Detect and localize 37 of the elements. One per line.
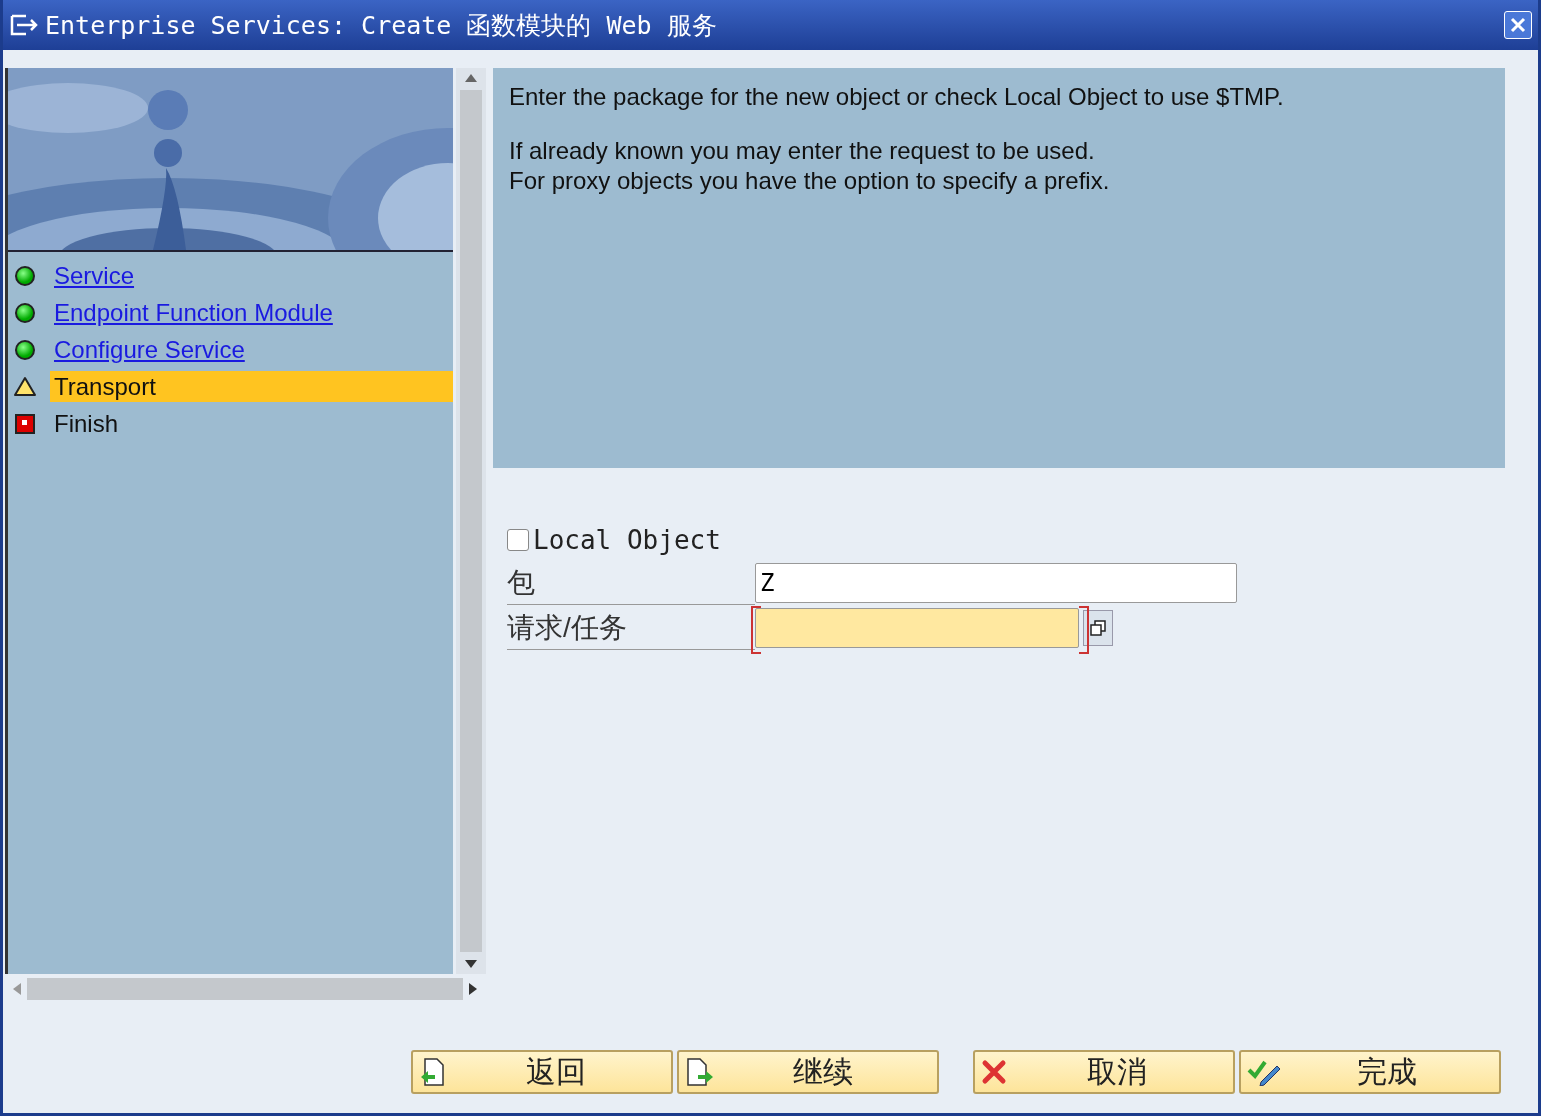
value-help-button[interactable] (1083, 609, 1113, 646)
warning-triangle-icon (14, 375, 36, 398)
close-icon (1509, 16, 1527, 34)
info-text: Enter the package for the new object or check Local Object to use $TMP. (509, 82, 1285, 112)
wizard-step[interactable]: Transport (50, 371, 453, 402)
window-icon (9, 13, 39, 37)
close-button[interactable] (1504, 11, 1532, 39)
info-text: For proxy objects you have the option to specify a prefix. (509, 166, 1111, 196)
info-text: If already known you may enter the request to be used. (509, 136, 1096, 166)
check-pencil-icon (1247, 1058, 1281, 1086)
wizard-step[interactable]: Finish (50, 408, 453, 439)
window-title: Enterprise Services: Create 函数模块的 Web 服务 (45, 9, 718, 42)
status-light-icon (14, 301, 36, 324)
status-light-icon (14, 338, 36, 361)
cancel-x-icon (981, 1059, 1007, 1085)
wizard-button[interactable]: 取消 (973, 1050, 1235, 1094)
checkbox-label: Local Object (533, 525, 721, 555)
stop-square-icon (14, 412, 36, 435)
status-light-icon (14, 264, 36, 287)
wizard-button[interactable]: 返回 (411, 1050, 673, 1094)
wizard-step[interactable]: Service (50, 260, 139, 291)
copy-icon (1089, 618, 1107, 637)
scroll-up-icon[interactable] (465, 74, 477, 82)
wizard-button[interactable]: 完成 (1239, 1050, 1501, 1094)
scroll-down-icon[interactable] (465, 960, 477, 968)
wizard-button[interactable]: 继续 (677, 1050, 939, 1094)
request-input-field[interactable] (755, 607, 1079, 648)
wizard-step[interactable]: Endpoint Function Module (50, 297, 337, 328)
scroll-left-icon[interactable] (13, 983, 21, 995)
page-right-arrow-icon (685, 1057, 715, 1087)
wizard-step[interactable]: Configure Service (50, 334, 249, 365)
scroll-right-icon[interactable] (469, 983, 477, 995)
package-input-field[interactable]: Z (755, 562, 1237, 603)
bracket-mark (751, 605, 761, 654)
local-object-checkbox[interactable] (507, 529, 529, 551)
vertical-scrollbar[interactable] (456, 68, 486, 974)
page-left-arrow-icon (419, 1057, 447, 1087)
